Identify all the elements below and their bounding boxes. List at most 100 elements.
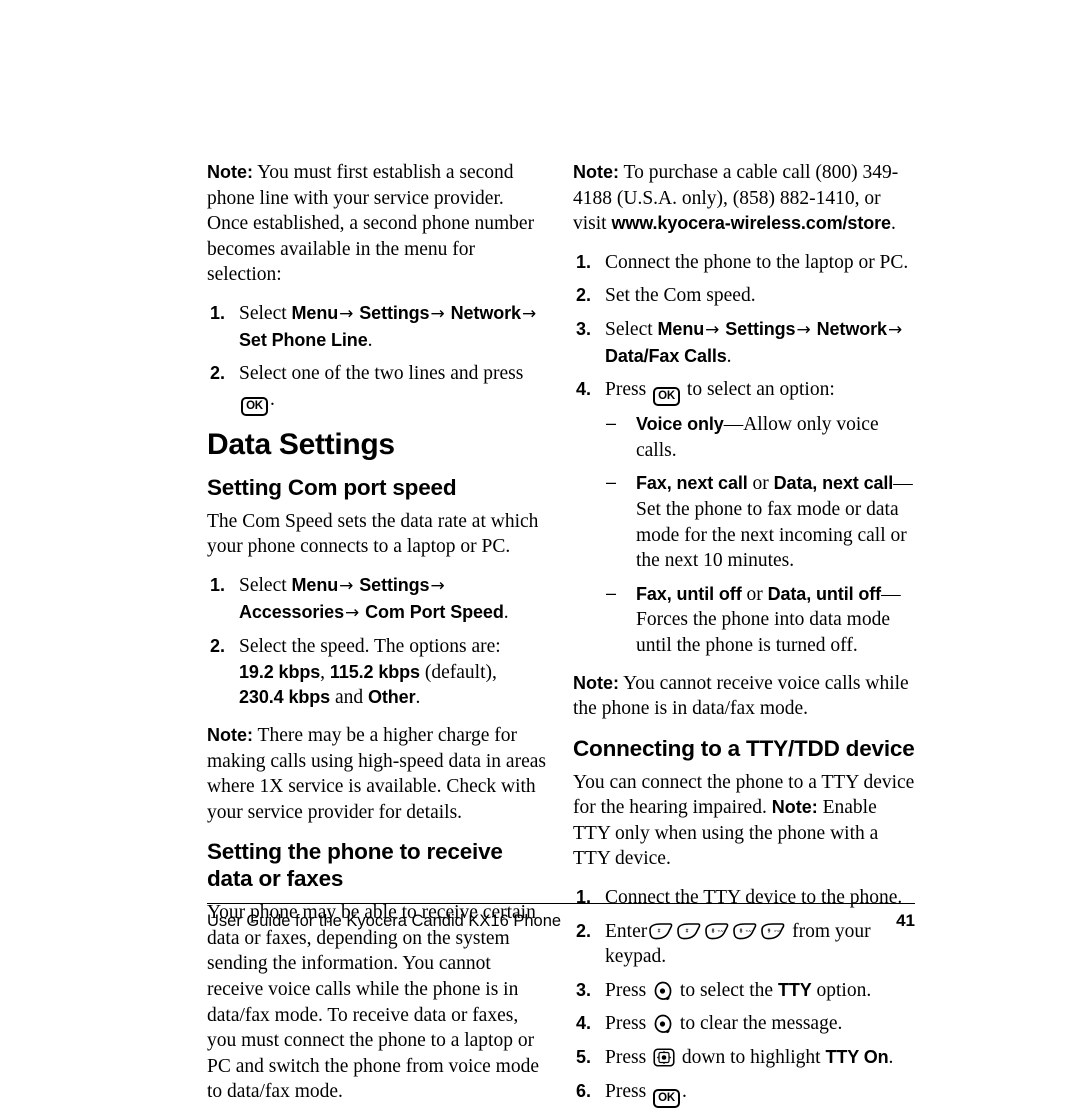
menu-path-network: Network bbox=[816, 318, 887, 339]
step-text-mid: down to highlight bbox=[681, 1047, 821, 1069]
step-trail: to select an option: bbox=[686, 379, 835, 401]
chapter-title: Data Settings bbox=[207, 427, 395, 461]
step-item: 6. Press OK. bbox=[573, 1079, 915, 1108]
step-lead: Select bbox=[239, 574, 287, 596]
list-item: – Voice only—Allow only voice calls. bbox=[605, 412, 915, 463]
speed-option-19-2: 19.2 kbps bbox=[239, 661, 321, 682]
note-text: You must first establish a second phone … bbox=[207, 162, 535, 286]
tty-intro-paragraph: You can connect the phone to a TTY devic… bbox=[573, 770, 915, 872]
two-column-body: Note: You must first establish a second … bbox=[207, 160, 915, 1120]
step-trail: option. bbox=[816, 979, 872, 1001]
note-purchase-cable: Note: To purchase a cable call (800) 349… bbox=[573, 160, 915, 237]
phone-line-steps: 1. Select Menu→ Settings→ Network→ Set P… bbox=[207, 301, 549, 416]
step-item: 2. Set the Com speed. bbox=[573, 283, 915, 309]
data-fax-option-list: – Voice only—Allow only voice calls. – F… bbox=[605, 412, 915, 658]
step-number: 6. bbox=[576, 1080, 592, 1101]
section-heading-com-port: Setting Com port speed bbox=[207, 474, 457, 500]
note-trail: . bbox=[890, 213, 896, 235]
menu-path-set-phone-line: Set Phone Line bbox=[239, 329, 368, 350]
right-column: Note: To purchase a cable call (800) 349… bbox=[573, 160, 915, 1120]
step-lead: Select bbox=[605, 318, 653, 340]
option-data-until-off: Data, until off bbox=[767, 583, 882, 604]
step-text: Select the speed. The options are: bbox=[239, 636, 501, 658]
step-text-mid: to select the bbox=[679, 979, 774, 1001]
em-dash: — bbox=[893, 473, 913, 495]
navigation-pad-key-icon bbox=[653, 1048, 675, 1067]
step-item: 2. Select the speed. The options are: 19… bbox=[207, 634, 549, 711]
menu-path-menu: Menu bbox=[657, 318, 705, 339]
speed-option-other: Other bbox=[367, 687, 416, 708]
arrow-icon: → bbox=[339, 575, 354, 596]
arrow-icon: → bbox=[430, 575, 445, 596]
step-text: Set the Com speed. bbox=[605, 285, 756, 307]
note-label: Note: bbox=[573, 672, 619, 693]
store-url: www.kyocera-wireless.com/store bbox=[611, 213, 891, 234]
step-number: 4. bbox=[576, 379, 592, 400]
com-port-intro: The Com Speed sets the data rate at whic… bbox=[207, 510, 539, 558]
em-dash: — bbox=[881, 583, 901, 605]
option-fax-next-call: Fax, next call bbox=[636, 473, 748, 494]
note-no-voice-calls: Note: You cannot receive voice calls whi… bbox=[573, 671, 915, 722]
note-text: There may be a higher charge for making … bbox=[207, 724, 546, 823]
step-number: 3. bbox=[576, 318, 592, 339]
step-text: Press bbox=[605, 1080, 647, 1102]
step-number: 5. bbox=[576, 1047, 592, 1068]
step-text: Press bbox=[605, 1013, 647, 1035]
menu-path-com-port-speed: Com Port Speed bbox=[365, 601, 504, 622]
manual-page: Note: You must first establish a second … bbox=[0, 0, 1080, 1108]
menu-path-menu: Menu bbox=[291, 302, 339, 323]
step-number: 2. bbox=[210, 636, 226, 657]
data-fax-steps: 1. Connect the phone to the laptop or PC… bbox=[573, 250, 915, 659]
page-number: 41 bbox=[896, 911, 915, 930]
menu-path-settings: Settings bbox=[725, 318, 796, 339]
step-trail: . bbox=[888, 1047, 894, 1069]
step-text: Connect the phone to the laptop or PC. bbox=[605, 251, 909, 273]
dash-bullet-icon: – bbox=[606, 413, 617, 434]
conjunction: and bbox=[334, 687, 364, 709]
step-number: 2. bbox=[210, 363, 226, 384]
step-trail: . bbox=[503, 601, 509, 623]
step-item: 4. Press OK to select an option: – Voice… bbox=[573, 377, 915, 658]
speed-option-115-2: 115.2 kbps bbox=[329, 661, 420, 682]
menu-path-data-fax-calls: Data/Fax Calls bbox=[605, 345, 727, 366]
com-port-steps: 1. Select Menu→ Settings→ Accessories→ C… bbox=[207, 573, 549, 711]
speed-option-230-4: 230.4 kbps bbox=[239, 687, 331, 708]
ok-key-icon: OK bbox=[653, 1088, 681, 1108]
menu-path-settings: Settings bbox=[359, 302, 430, 323]
note-text: You cannot receive voice calls while the… bbox=[573, 672, 909, 720]
note-label: Note: bbox=[573, 162, 619, 182]
arrow-icon: → bbox=[796, 319, 811, 340]
step-trail: . bbox=[682, 1080, 687, 1102]
default-note: (default), bbox=[424, 661, 497, 683]
step-item: 4. Press to clear the message. bbox=[573, 1011, 915, 1037]
step-number: 2. bbox=[576, 285, 592, 306]
left-column: Note: You must first establish a second … bbox=[207, 160, 549, 1120]
step-text: Press bbox=[605, 979, 647, 1001]
menu-path-settings: Settings bbox=[359, 574, 430, 595]
arrow-icon: → bbox=[887, 319, 903, 340]
step-text: Press bbox=[605, 379, 647, 401]
select-key-icon bbox=[653, 981, 673, 1001]
step-trail: . bbox=[270, 388, 275, 410]
select-key-icon bbox=[653, 1014, 673, 1034]
separator: , bbox=[320, 661, 326, 683]
footer-title: User Guide for the Kyocera Candid KX16 P… bbox=[207, 912, 562, 930]
tty-on-label: TTY On bbox=[825, 1047, 889, 1068]
page-footer: User Guide for the Kyocera Candid KX16 P… bbox=[207, 903, 915, 931]
note-second-phone-line: Note: You must first establish a second … bbox=[207, 160, 549, 288]
step-item: 1. Connect the phone to the laptop or PC… bbox=[573, 250, 915, 276]
step-trail: . bbox=[367, 329, 373, 351]
arrow-icon: → bbox=[430, 303, 445, 324]
arrow-icon: → bbox=[705, 319, 720, 340]
tty-option-label: TTY bbox=[777, 979, 812, 1000]
ok-key-icon: OK bbox=[653, 387, 681, 407]
step-number: 1. bbox=[576, 251, 592, 272]
step-trail: . bbox=[726, 345, 732, 367]
step-lead: Select bbox=[239, 302, 287, 324]
option-fax-until-off: Fax, until off bbox=[636, 583, 742, 604]
step-number: 3. bbox=[576, 979, 592, 1000]
step-number: 4. bbox=[576, 1013, 592, 1034]
dash-bullet-icon: – bbox=[606, 582, 617, 603]
step-trail: to clear the message. bbox=[679, 1013, 843, 1035]
step-item: 2. Select one of the two lines and press… bbox=[207, 361, 549, 416]
